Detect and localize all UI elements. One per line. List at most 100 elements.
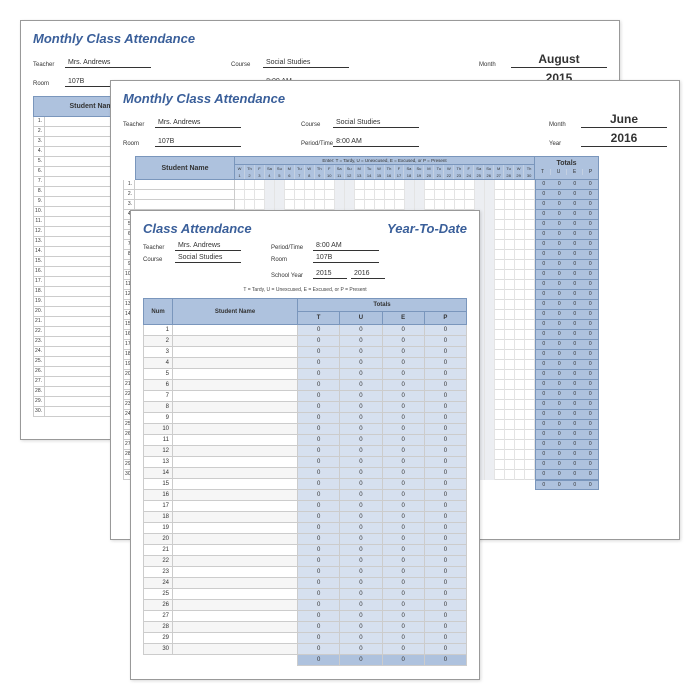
day-cell bbox=[515, 280, 525, 290]
cell-e: 0 bbox=[382, 424, 424, 435]
cell-p: 0 bbox=[424, 600, 466, 611]
cell-p: 0 bbox=[424, 611, 466, 622]
day-cell bbox=[485, 380, 495, 390]
row-number: 16. bbox=[33, 267, 45, 277]
table-row: 270000 bbox=[144, 611, 467, 622]
table-row: 130000 bbox=[144, 457, 467, 468]
day-cell bbox=[485, 200, 495, 210]
row-number: 2. bbox=[123, 190, 135, 200]
day-cell bbox=[295, 200, 305, 210]
cell-p: 0 bbox=[424, 644, 466, 655]
row-number: 16 bbox=[144, 490, 173, 501]
label-room: Room bbox=[33, 81, 65, 87]
day-cell bbox=[505, 320, 515, 330]
row-number: 2 bbox=[144, 336, 173, 347]
daynum-cell: 19 bbox=[414, 172, 424, 179]
label-course: Course bbox=[301, 122, 333, 128]
day-cell bbox=[485, 260, 495, 270]
daynum-cell: 15 bbox=[375, 172, 385, 179]
cell-e: 0 bbox=[382, 479, 424, 490]
day-cell bbox=[495, 190, 505, 200]
day-cell bbox=[515, 210, 525, 220]
day-cell bbox=[495, 280, 505, 290]
cell-p: 0 bbox=[424, 391, 466, 402]
row-number: 20 bbox=[144, 534, 173, 545]
day-cell bbox=[505, 420, 515, 430]
day-cell bbox=[485, 440, 495, 450]
day-cell bbox=[475, 200, 485, 210]
day-cell bbox=[485, 370, 495, 380]
days-grid bbox=[235, 190, 535, 200]
day-cell bbox=[525, 310, 535, 320]
row-number: 6 bbox=[144, 380, 173, 391]
totals-cell: 0000 bbox=[535, 380, 599, 390]
cell-t: 0 bbox=[298, 336, 340, 347]
cell-e: 0 bbox=[382, 325, 424, 336]
cell-p: 0 bbox=[424, 435, 466, 446]
ytd-table: Num Student Name Totals T U E P 10000200… bbox=[143, 298, 467, 666]
cell-u: 0 bbox=[340, 358, 382, 369]
row-number: 8 bbox=[144, 402, 173, 413]
day-cell bbox=[495, 380, 505, 390]
day-cell bbox=[505, 200, 515, 210]
day-cell bbox=[445, 180, 455, 190]
daynum-cell: 10 bbox=[325, 172, 335, 179]
day-cell bbox=[525, 270, 535, 280]
cell-p: 0 bbox=[424, 622, 466, 633]
day-cell bbox=[295, 190, 305, 200]
day-cell bbox=[505, 250, 515, 260]
day-cell bbox=[335, 180, 345, 190]
day-cell bbox=[405, 180, 415, 190]
cell-u: 0 bbox=[340, 622, 382, 633]
row-number: 10. bbox=[33, 207, 45, 217]
val-year: 2016 bbox=[581, 131, 667, 147]
totals-cell: 0000 bbox=[535, 450, 599, 460]
val-teacher: Mrs. Andrews bbox=[155, 119, 241, 128]
row-number: 5. bbox=[33, 157, 45, 167]
day-cell bbox=[505, 270, 515, 280]
cell-u: 0 bbox=[340, 567, 382, 578]
table-row: 80000 bbox=[144, 402, 467, 413]
day-cell bbox=[515, 220, 525, 230]
label-course: Course bbox=[143, 257, 175, 263]
day-cell bbox=[495, 230, 505, 240]
day-cell bbox=[495, 340, 505, 350]
day-cell bbox=[255, 190, 265, 200]
day-cell bbox=[425, 200, 435, 210]
row-number: 3. bbox=[33, 137, 45, 147]
row-number: 3 bbox=[144, 347, 173, 358]
cell-p: 0 bbox=[424, 523, 466, 534]
row-number: 25. bbox=[33, 357, 45, 367]
table-row: 210000 bbox=[144, 545, 467, 556]
label-teacher: Teacher bbox=[143, 245, 175, 251]
daynum-cell: 20 bbox=[424, 172, 434, 179]
day-cell bbox=[515, 410, 525, 420]
day-cell bbox=[245, 190, 255, 200]
cell-e: 0 bbox=[382, 435, 424, 446]
label-teacher: Teacher bbox=[33, 62, 65, 68]
cell-p: 0 bbox=[424, 490, 466, 501]
cell-p: 0 bbox=[424, 567, 466, 578]
day-cell bbox=[485, 230, 495, 240]
day-cell bbox=[345, 180, 355, 190]
row-number: 28 bbox=[144, 622, 173, 633]
cell-t: 0 bbox=[298, 402, 340, 413]
cell-e: 0 bbox=[382, 578, 424, 589]
cell-t: 0 bbox=[298, 347, 340, 358]
student-name-cell bbox=[173, 358, 298, 369]
day-cell bbox=[305, 190, 315, 200]
row-number: 13 bbox=[144, 457, 173, 468]
day-cell bbox=[505, 260, 515, 270]
cell-e: 0 bbox=[382, 501, 424, 512]
col-u: U bbox=[340, 312, 382, 325]
row-number: 29 bbox=[144, 633, 173, 644]
cell-e: 0 bbox=[382, 457, 424, 468]
label-room: Room bbox=[123, 141, 155, 147]
cell-p: 0 bbox=[424, 413, 466, 424]
student-name-cell bbox=[173, 523, 298, 534]
cell-u: 0 bbox=[340, 490, 382, 501]
cell-t: 0 bbox=[298, 622, 340, 633]
day-cell bbox=[505, 310, 515, 320]
day-cell bbox=[235, 180, 245, 190]
day-cell bbox=[525, 460, 535, 470]
